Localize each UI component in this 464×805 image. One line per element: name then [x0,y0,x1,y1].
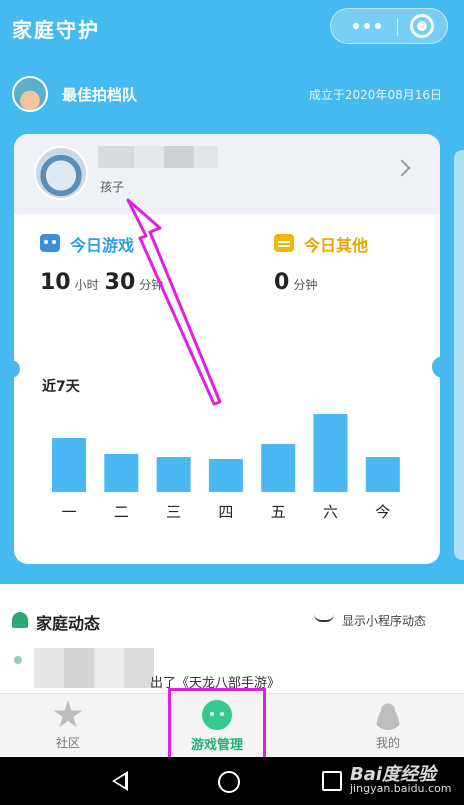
chart-x-label-0: 一 [61,503,76,521]
today-other-value: 0 分钟 [274,270,323,295]
page-title: 家庭守护 [12,18,100,42]
eye-closed-icon[interactable] [314,614,334,622]
chart-bar-3 [208,459,243,492]
family-feed: 家庭动态 显示小程序动态 出了《天龙八部手游》 [0,584,464,704]
game-minutes: 30 [104,270,136,295]
chart-bar-6 [365,457,400,492]
chart-x-label-2: 三 [166,503,181,521]
child-avatar [34,146,88,200]
next-card-peek[interactable] [454,150,464,560]
other-minutes-unit: 分钟 [293,278,318,292]
capsule-divider [397,18,398,36]
back-icon[interactable] [112,771,128,791]
chart-x-label-5: 六 [323,503,338,521]
group-avatar [12,76,48,112]
feed-item-avatar [14,656,22,664]
child-name-redacted [98,146,218,168]
other-minutes: 0 [274,270,290,295]
watermark-url: jingyan.baidu.com [350,782,452,795]
game-hours: 10 [40,270,71,295]
chart-x-label-1: 二 [114,503,129,521]
chart-bar-5 [313,414,348,492]
tab-mine-label: 我的 [375,736,400,750]
tab-community-label: 社区 [55,736,80,750]
today-game-value: 10 小时 30 分钟 [40,270,169,295]
child-header[interactable]: 孩子 [14,134,440,214]
person-icon [373,700,403,730]
today-other-label: 今日其他 [304,236,369,255]
home-icon[interactable] [218,771,240,793]
chart-bar-0 [52,438,86,492]
hours-unit: 小时 [74,278,99,292]
show-miniprogram-activity-toggle[interactable]: 显示小程序动态 [342,612,426,629]
chart-bar-2 [156,457,191,492]
star-icon [53,700,83,728]
feed-item-redacted [34,648,154,688]
more-options-icon[interactable] [345,9,389,43]
chart-x-label-6: 今 [375,503,390,521]
chevron-right-icon[interactable] [393,159,411,177]
chart-bar-1 [104,454,139,492]
app-screen: 家庭守护 最佳拍档队 成立于2020年08月16日 孩子 今日游戏 10 小时 30… [0,0,464,757]
child-role: 孩子 [100,180,125,194]
annotation-highlight-box [168,688,266,764]
group-name: 最佳拍档队 [62,86,138,104]
chart-bar-4 [261,444,296,492]
minutes-unit: 分钟 [139,278,164,292]
chart-x-label-4: 五 [271,503,286,521]
close-miniprogram-icon[interactable] [410,14,434,38]
week-bar-chart: 一二三四五六今 [52,414,400,521]
chat-icon [274,234,294,252]
tab-mine[interactable]: 我的 [328,694,448,757]
recent-apps-icon[interactable] [322,771,342,791]
tab-community[interactable]: 社区 [8,694,128,757]
group-established-date: 成立于2020年08月16日 [308,88,442,102]
chart-x-label-3: 四 [218,503,233,521]
bell-icon [12,612,28,628]
header: 家庭守护 [0,0,464,58]
family-group-row[interactable]: 最佳拍档队 成立于2020年08月16日 [0,70,464,118]
child-card: 孩子 今日游戏 10 小时 30 分钟 今日其他 0 分钟 近7天 一二三四五六今 [14,134,440,564]
week-chart-title: 近7天 [42,379,80,395]
feed-title: 家庭动态 [36,614,101,633]
today-game-label: 今日游戏 [70,236,135,255]
gamepad-icon [40,234,60,252]
miniprogram-capsule [330,8,448,44]
